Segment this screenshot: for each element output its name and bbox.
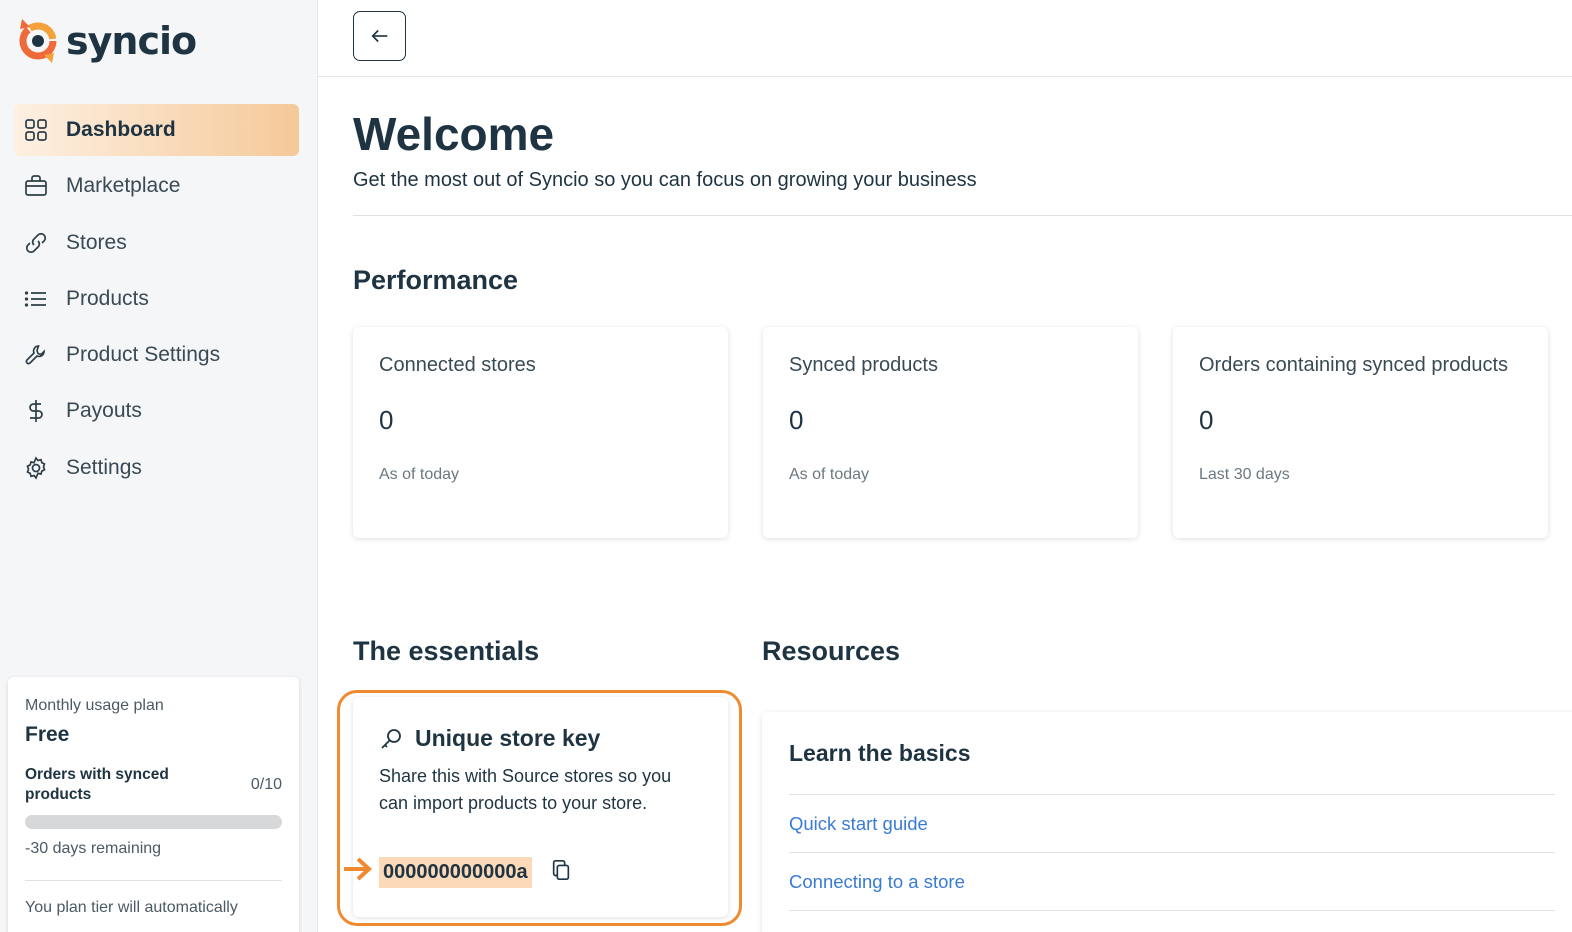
- sidebar-item-label: Settings: [66, 455, 142, 479]
- sidebar-item-payouts[interactable]: Payouts: [14, 385, 299, 437]
- page-title: Welcome: [353, 108, 555, 160]
- stat-value: 0: [789, 405, 804, 435]
- resources-heading: Resources: [762, 636, 901, 666]
- plan-note: You plan tier will automatically: [25, 899, 238, 916]
- sidebar-item-products[interactable]: Products: [14, 273, 299, 325]
- sidebar-item-dashboard[interactable]: Dashboard: [14, 104, 299, 156]
- arrow-left-icon: [370, 29, 387, 43]
- shopping-bag-icon: [24, 174, 48, 198]
- stat-card-connected-stores: Connected stores 0 As of today: [353, 327, 728, 538]
- plan-days-remaining: -30 days remaining: [25, 840, 162, 857]
- page-subtitle: Get the most out of Syncio so you can fo…: [353, 169, 977, 191]
- link-icon: [24, 231, 48, 255]
- gear-icon: [24, 456, 48, 480]
- usage-plan-card: Monthly usage plan Free Orders with sync…: [8, 677, 299, 932]
- sidebar-item-label: Payouts: [66, 399, 142, 423]
- arrow-right-icon: [344, 857, 372, 881]
- sidebar-item-product-settings[interactable]: Product Settings: [14, 329, 299, 381]
- stat-label: Connected stores: [379, 354, 536, 376]
- plan-name: Free: [25, 723, 70, 746]
- sidebar-item-marketplace[interactable]: Marketplace: [14, 160, 299, 212]
- stat-value: 0: [379, 405, 394, 435]
- sidebar-item-stores[interactable]: Stores: [14, 217, 299, 269]
- back-button[interactable]: [353, 11, 406, 61]
- header-divider: [353, 215, 1572, 216]
- stat-value: 0: [1199, 405, 1214, 435]
- plan-orders-count: 0/10: [250, 776, 282, 793]
- sidebar-item-label: Products: [66, 286, 149, 310]
- plan-orders-row: Orders with synced products 0/10: [25, 765, 282, 805]
- stat-label: Orders containing synced products: [1199, 354, 1509, 376]
- stat-period: Last 30 days: [1199, 466, 1290, 483]
- highlight-outline: [337, 690, 742, 926]
- dollar-icon: [24, 399, 48, 423]
- syncio-logo-icon: [19, 19, 57, 63]
- sidebar-item-label: Product Settings: [66, 343, 221, 367]
- quick-start-guide-link[interactable]: Quick start guide: [789, 795, 1555, 852]
- plan-label: Monthly usage plan: [25, 697, 164, 714]
- main-content: Welcome Get the most out of Syncio so yo…: [337, 77, 1572, 932]
- wrench-icon: [24, 343, 48, 367]
- stat-period: As of today: [379, 466, 460, 483]
- stat-period: As of today: [789, 466, 870, 483]
- list-icon: [24, 287, 48, 311]
- essentials-heading: The essentials: [353, 636, 540, 666]
- resources-card-title: Learn the basics: [789, 740, 971, 766]
- sidebar-item-label: Dashboard: [66, 118, 176, 141]
- syncio-logo[interactable]: syncio: [16, 12, 197, 70]
- grid-icon: [24, 118, 48, 142]
- stat-card-synced-products: Synced products 0 As of today: [763, 327, 1138, 538]
- logo-text: syncio: [66, 19, 197, 63]
- plan-orders-label: Orders with synced products: [25, 766, 169, 803]
- performance-heading: Performance: [353, 265, 519, 295]
- connecting-to-a-store-link[interactable]: Connecting to a store: [789, 853, 1555, 910]
- sidebar-nav: Dashboard Marketplace Stores Products Pr…: [14, 104, 299, 498]
- sidebar-item-label: Marketplace: [66, 174, 181, 198]
- top-bar: [318, 0, 1572, 77]
- stat-label: Synced products: [789, 354, 938, 376]
- resources-divider: [789, 910, 1555, 911]
- resources-card: Learn the basics Quick start guide Conne…: [762, 712, 1572, 932]
- sidebar-item-label: Stores: [66, 230, 127, 254]
- sidebar-item-settings[interactable]: Settings: [14, 442, 299, 494]
- plan-usage-progress: [25, 815, 282, 829]
- sidebar: syncio Dashboard Marketplace Stores Prod…: [0, 0, 318, 932]
- plan-divider: [25, 880, 282, 881]
- stat-card-orders-synced: Orders containing synced products 0 Last…: [1173, 327, 1548, 538]
